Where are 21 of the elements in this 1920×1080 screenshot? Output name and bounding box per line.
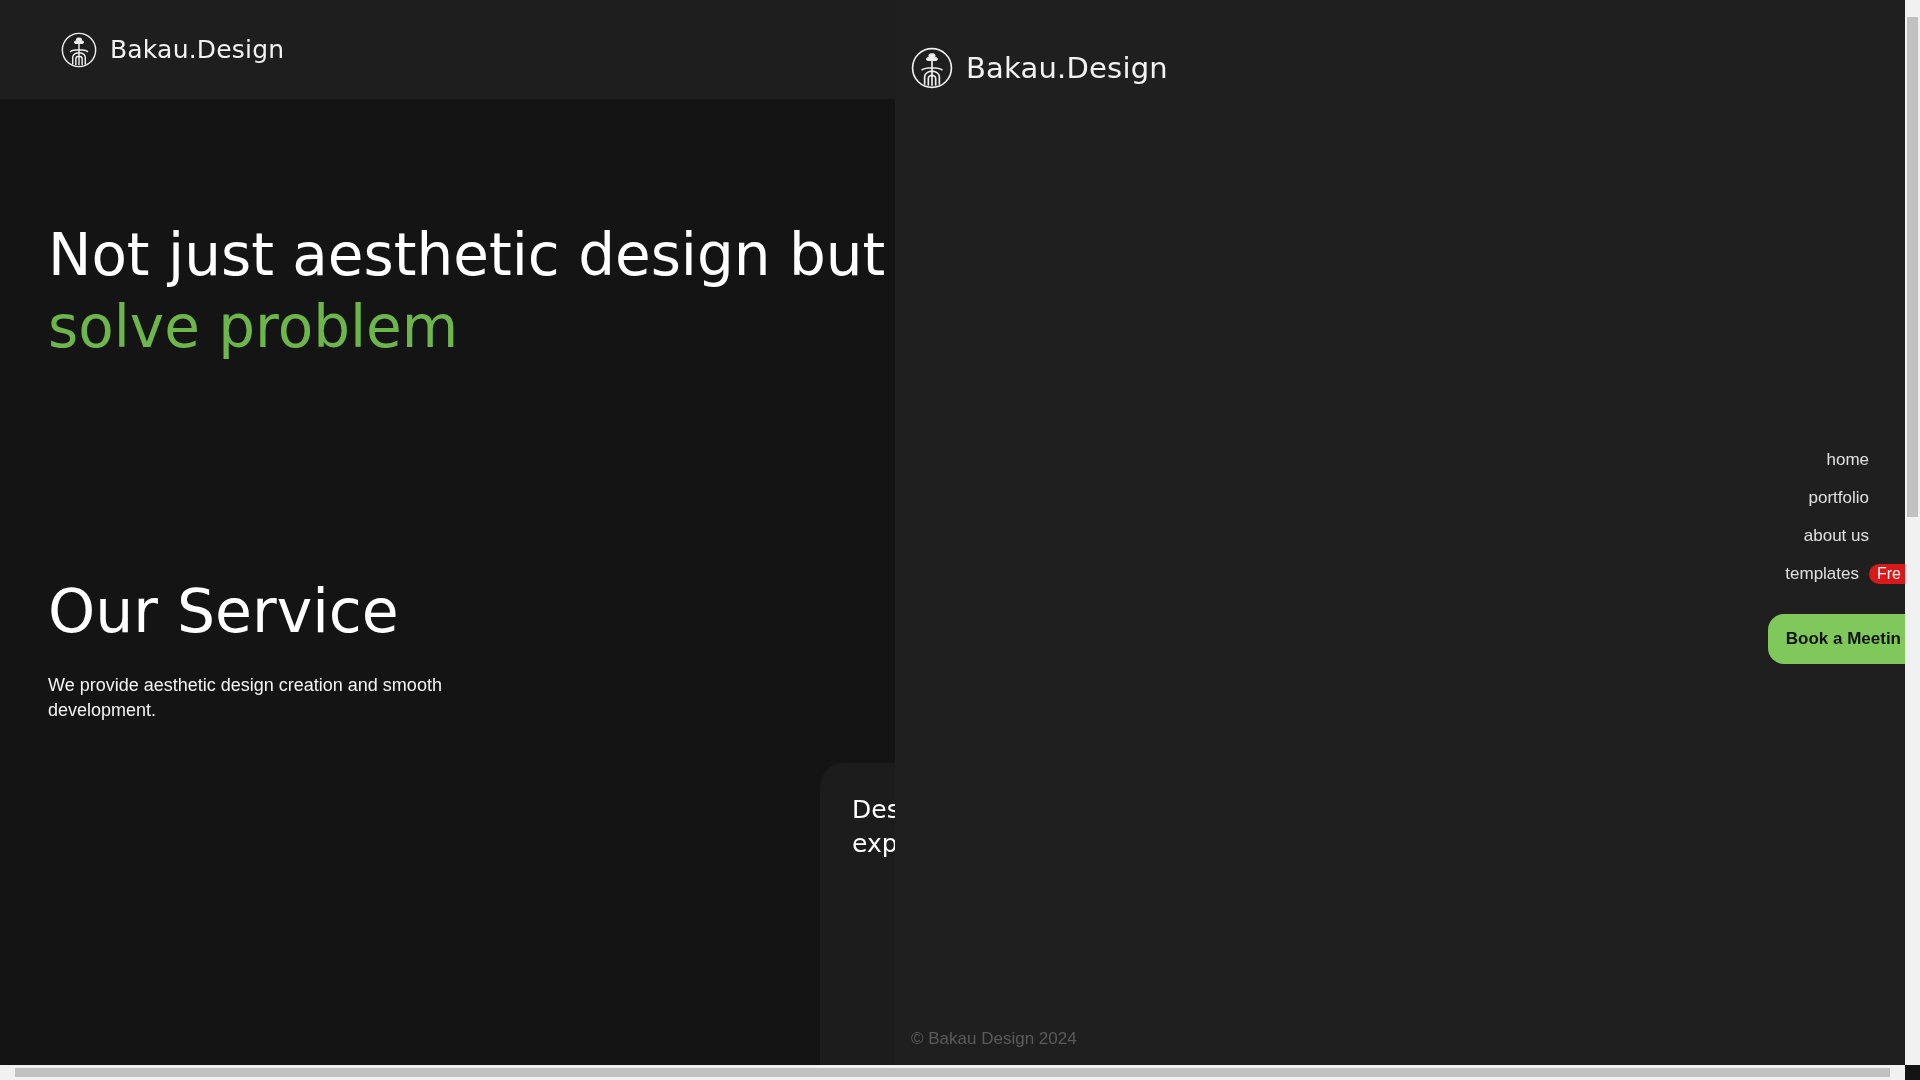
section-title: Our Service xyxy=(48,575,399,647)
horizontal-scrollbar[interactable] xyxy=(0,1065,1905,1080)
free-badge: Fre xyxy=(1869,564,1905,584)
nav-link-label: templates xyxy=(1785,564,1859,584)
hero-heading-accent: solve problem xyxy=(48,292,459,363)
scrollbar-thumb[interactable] xyxy=(1907,17,1918,517)
nav-link[interactable]: templates Fre xyxy=(1785,564,1905,584)
section-description: We provide aesthetic design creation and smooth development. xyxy=(48,674,443,722)
nav-link[interactable]: about us xyxy=(1803,526,1869,546)
nav-link[interactable]: home xyxy=(1826,450,1869,470)
brand-name[interactable]: Bakau.Design xyxy=(966,50,1168,85)
nav-link[interactable]: portfolio xyxy=(1808,488,1869,508)
book-meeting-button[interactable]: Book a Meetin xyxy=(1767,614,1905,664)
scrollbar-thumb[interactable] xyxy=(15,1068,1890,1077)
logo-icon xyxy=(61,31,97,68)
logo-icon xyxy=(911,46,953,89)
card-title: exp xyxy=(852,828,898,860)
vertical-scrollbar[interactable] xyxy=(1905,0,1920,1065)
brand-name[interactable]: Bakau.Design xyxy=(110,35,285,64)
copyright-text: © Bakau Design 2024 xyxy=(911,1029,1077,1049)
hero-heading: Not just aesthetic design but xyxy=(48,220,886,291)
